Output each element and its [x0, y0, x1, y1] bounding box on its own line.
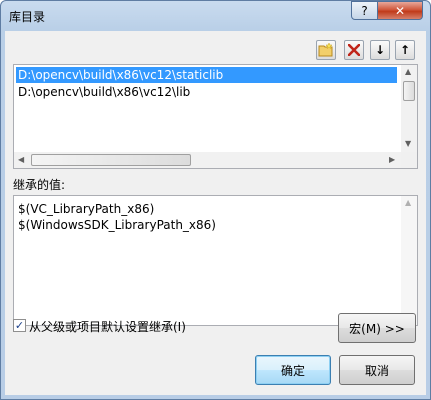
delete-x-icon	[348, 44, 360, 56]
cancel-button[interactable]: 取消	[339, 355, 415, 385]
window-title: 库目录	[9, 10, 46, 24]
inherit-checkbox[interactable]: ✓	[13, 319, 26, 332]
scroll-left-icon[interactable]: ◀	[18, 155, 24, 164]
inherited-scrollbar: ▲ ▼	[401, 196, 417, 325]
delete-button[interactable]	[344, 40, 364, 60]
horizontal-scroll-thumb[interactable]	[31, 154, 191, 166]
list-item[interactable]: D:\opencv\build\x86\vc12\lib	[16, 84, 190, 100]
inherit-checkbox-label[interactable]: 从父级或项目默认设置继承(I)	[29, 318, 186, 335]
scroll-down-icon[interactable]: ▼	[405, 139, 411, 148]
move-up-button[interactable]: ↑	[395, 40, 415, 60]
inherited-values-label: 继承的值:	[13, 178, 66, 192]
help-icon: ?	[361, 3, 368, 18]
list-item: $(VC_LibraryPath_x86)	[18, 202, 155, 216]
list-item: $(WindowsSDK_LibraryPath_x86)	[18, 218, 216, 232]
help-button[interactable]: ?	[351, 1, 378, 20]
scroll-up-icon: ▲	[405, 198, 412, 207]
scrollbar-corner	[401, 152, 417, 168]
ok-button[interactable]: 确定	[255, 355, 331, 385]
scroll-up-icon[interactable]: ▲	[405, 67, 411, 76]
title-bar[interactable]: 库目录 ? ✕	[1, 1, 430, 31]
directory-list[interactable]: D:\opencv\build\x86\vc12\staticlib D:\op…	[13, 64, 418, 169]
vertical-scrollbar[interactable]: ▲ ▼	[401, 65, 417, 152]
dialog-window: 库目录 ? ✕ ↓ ↑ D:\opencv\build\x86\vc12\sta…	[0, 0, 431, 400]
scroll-right-icon[interactable]: ▶	[389, 155, 395, 164]
new-line-button[interactable]	[316, 40, 336, 60]
horizontal-scrollbar[interactable]: ◀ ▶	[14, 152, 401, 168]
macro-button[interactable]: 宏(M) >>	[338, 313, 416, 343]
dialog-body: ↓ ↑ D:\opencv\build\x86\vc12\staticlib D…	[5, 31, 426, 395]
inherited-values-list: $(VC_LibraryPath_x86) $(WindowsSDK_Libra…	[13, 195, 418, 326]
close-icon: ✕	[394, 3, 406, 18]
folder-star-icon	[318, 43, 333, 57]
close-button[interactable]: ✕	[377, 1, 423, 20]
check-mark-icon: ✓	[14, 319, 25, 332]
arrow-up-icon: ↑	[399, 43, 411, 57]
vertical-scroll-thumb[interactable]	[403, 81, 415, 101]
arrow-down-icon: ↓	[374, 43, 386, 57]
move-down-button[interactable]: ↓	[370, 40, 390, 60]
list-item[interactable]: D:\opencv\build\x86\vc12\staticlib	[16, 67, 397, 83]
